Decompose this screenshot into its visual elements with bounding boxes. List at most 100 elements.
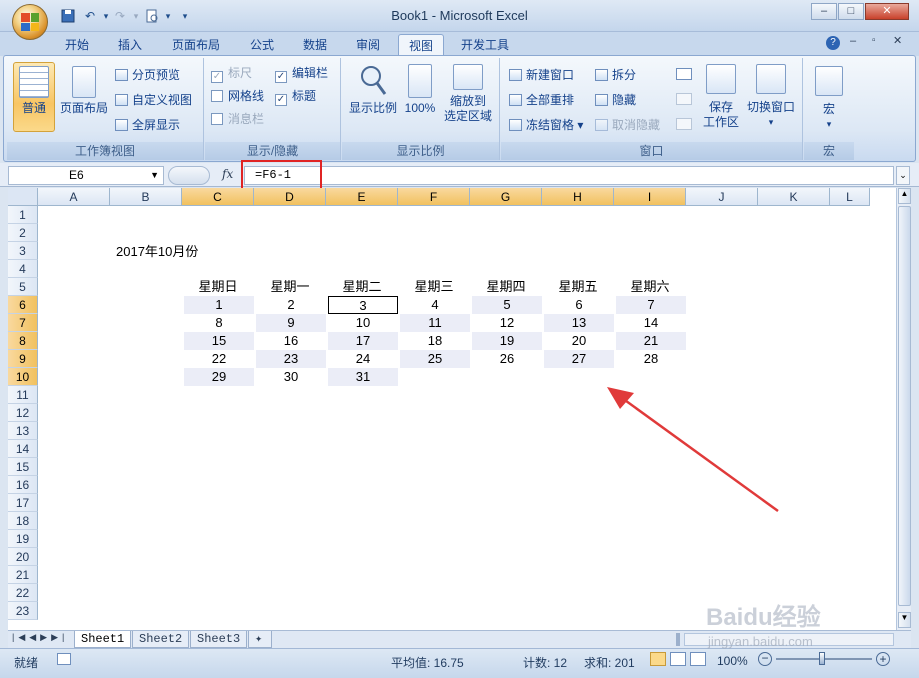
row-header-4[interactable]: 4 (8, 260, 38, 278)
zoom-in-icon[interactable]: + (876, 652, 890, 666)
reset-position-icon[interactable] (676, 118, 692, 130)
close-button[interactable]: ✕ (865, 3, 909, 20)
column-header-f[interactable]: F (398, 188, 470, 206)
arrange-all-button[interactable]: 全部重排 (509, 91, 574, 109)
page-break-status-icon[interactable] (690, 652, 706, 666)
date-cell[interactable]: 10 (328, 314, 398, 332)
page-layout-status-icon[interactable] (670, 652, 686, 666)
page-break-preview-button[interactable]: 分页预览 (115, 66, 180, 84)
formula-input[interactable]: =F6-1 (244, 166, 894, 185)
date-cell[interactable]: 19 (472, 332, 542, 350)
tab-split-handle[interactable] (676, 633, 680, 646)
vertical-scrollbar[interactable]: ▲ ▼ (896, 188, 911, 630)
ribbon-close-icon[interactable]: ✕ (893, 34, 902, 47)
split-button[interactable]: 拆分 (595, 66, 636, 84)
date-cell[interactable]: 26 (472, 350, 542, 368)
date-cell[interactable]: 8 (184, 314, 254, 332)
date-cell[interactable]: 18 (400, 332, 470, 350)
row-header-17[interactable]: 17 (8, 494, 38, 512)
date-cell[interactable] (400, 368, 470, 386)
row-header-18[interactable]: 18 (8, 512, 38, 530)
maximize-button[interactable]: □ (838, 3, 864, 20)
row-header-13[interactable]: 13 (8, 422, 38, 440)
active-cell[interactable]: 3 (328, 296, 398, 314)
name-box[interactable]: E6 ▼ (8, 166, 164, 185)
insert-function-icon[interactable]: fx (222, 167, 233, 181)
date-cell[interactable]: 14 (616, 314, 686, 332)
ribbon-restore-icon[interactable]: ▫ (872, 35, 876, 46)
side-by-side-icon[interactable] (676, 68, 692, 80)
headings-checkbox[interactable]: ✓ 标题 (275, 87, 316, 106)
date-cell[interactable]: 25 (400, 350, 470, 368)
gridlines-checkbox[interactable]: 网格线 (211, 87, 264, 105)
date-cell[interactable]: 2 (256, 296, 326, 314)
weekday-header-cell[interactable]: 星期五 (542, 278, 614, 296)
minimize-button[interactable]: – (811, 3, 837, 20)
ribbon-minimize-icon[interactable]: – (850, 35, 856, 47)
switch-windows-button[interactable]: 切换窗口 ▾ (743, 64, 799, 130)
date-cell[interactable]: 20 (544, 332, 614, 350)
custom-views-button[interactable]: 自定义视图 (115, 91, 192, 109)
tab-view[interactable]: 视图 (398, 34, 445, 56)
date-cell[interactable] (616, 368, 686, 386)
unhide-button[interactable]: 取消隐藏 (595, 116, 660, 134)
row-header-7[interactable]: 7 (8, 314, 38, 332)
normal-view-status-icon[interactable] (650, 652, 666, 666)
date-cell[interactable] (544, 368, 614, 386)
weekday-header-cell[interactable]: 星期六 (614, 278, 686, 296)
column-header-h[interactable]: H (542, 188, 614, 206)
weekday-header-cell[interactable]: 星期三 (398, 278, 470, 296)
date-cell[interactable]: 28 (616, 350, 686, 368)
row-header-9[interactable]: 9 (8, 350, 38, 368)
scroll-up-icon[interactable]: ▲ (898, 188, 911, 204)
date-cell[interactable]: 23 (256, 350, 326, 368)
date-cell[interactable]: 11 (400, 314, 470, 332)
insert-sheet-icon[interactable]: ✦ (248, 631, 272, 648)
column-header-c[interactable]: C (182, 188, 254, 206)
date-cell[interactable]: 5 (472, 296, 542, 314)
select-all-corner[interactable] (8, 188, 38, 206)
zoom-to-selection-button[interactable]: 缩放到 选定区域 (440, 64, 496, 124)
date-cell[interactable]: 9 (256, 314, 326, 332)
row-header-10[interactable]: 10 (8, 368, 38, 386)
column-header-g[interactable]: G (470, 188, 542, 206)
date-cell[interactable]: 27 (544, 350, 614, 368)
tab-developer[interactable]: 开发工具 (451, 34, 519, 56)
formula-bar-checkbox[interactable]: ✓ 编辑栏 (275, 64, 328, 83)
date-cell[interactable]: 15 (184, 332, 254, 350)
sync-scroll-icon[interactable] (676, 93, 692, 105)
row-header-12[interactable]: 12 (8, 404, 38, 422)
name-box-dropdown-icon[interactable]: ▼ (150, 167, 159, 184)
tab-insert[interactable]: 插入 (108, 34, 152, 56)
column-header-e[interactable]: E (326, 188, 398, 206)
date-cell[interactable]: 31 (328, 368, 398, 386)
sheet-tab-2[interactable]: Sheet2 (132, 631, 190, 648)
row-header-6[interactable]: 6 (8, 296, 38, 314)
weekday-header-cell[interactable]: 星期四 (470, 278, 542, 296)
date-cell[interactable]: 7 (616, 296, 686, 314)
formula-bar-expander[interactable] (168, 166, 210, 185)
zoom-slider-thumb[interactable] (819, 652, 825, 665)
sheet-title-cell[interactable]: 2017年10月份 (116, 243, 216, 261)
formula-expand-icon[interactable]: ⌄ (896, 166, 910, 185)
status-zoom[interactable]: 100% (717, 654, 748, 668)
column-header-l[interactable]: L (830, 188, 870, 206)
column-header-a[interactable]: A (38, 188, 110, 206)
date-cell[interactable]: 29 (184, 368, 254, 386)
freeze-panes-button[interactable]: 冻结窗格 ▾ (509, 116, 583, 134)
date-cell[interactable]: 1 (184, 296, 254, 314)
column-header-b[interactable]: B (110, 188, 182, 206)
hide-button[interactable]: 隐藏 (595, 91, 636, 109)
sheet-tab-1[interactable]: Sheet1 (74, 631, 132, 648)
scroll-thumb[interactable] (898, 206, 911, 606)
tab-review[interactable]: 审阅 (346, 34, 390, 56)
date-cell[interactable]: 24 (328, 350, 398, 368)
row-header-3[interactable]: 3 (8, 242, 38, 260)
page-layout-view-button[interactable]: 页面布局 (59, 66, 109, 116)
scroll-down-icon[interactable]: ▼ (898, 612, 911, 628)
row-header-19[interactable]: 19 (8, 530, 38, 548)
new-window-button[interactable]: 新建窗口 (509, 66, 574, 84)
row-header-2[interactable]: 2 (8, 224, 38, 242)
row-header-14[interactable]: 14 (8, 440, 38, 458)
zoom-button[interactable]: 显示比例 (346, 64, 400, 116)
